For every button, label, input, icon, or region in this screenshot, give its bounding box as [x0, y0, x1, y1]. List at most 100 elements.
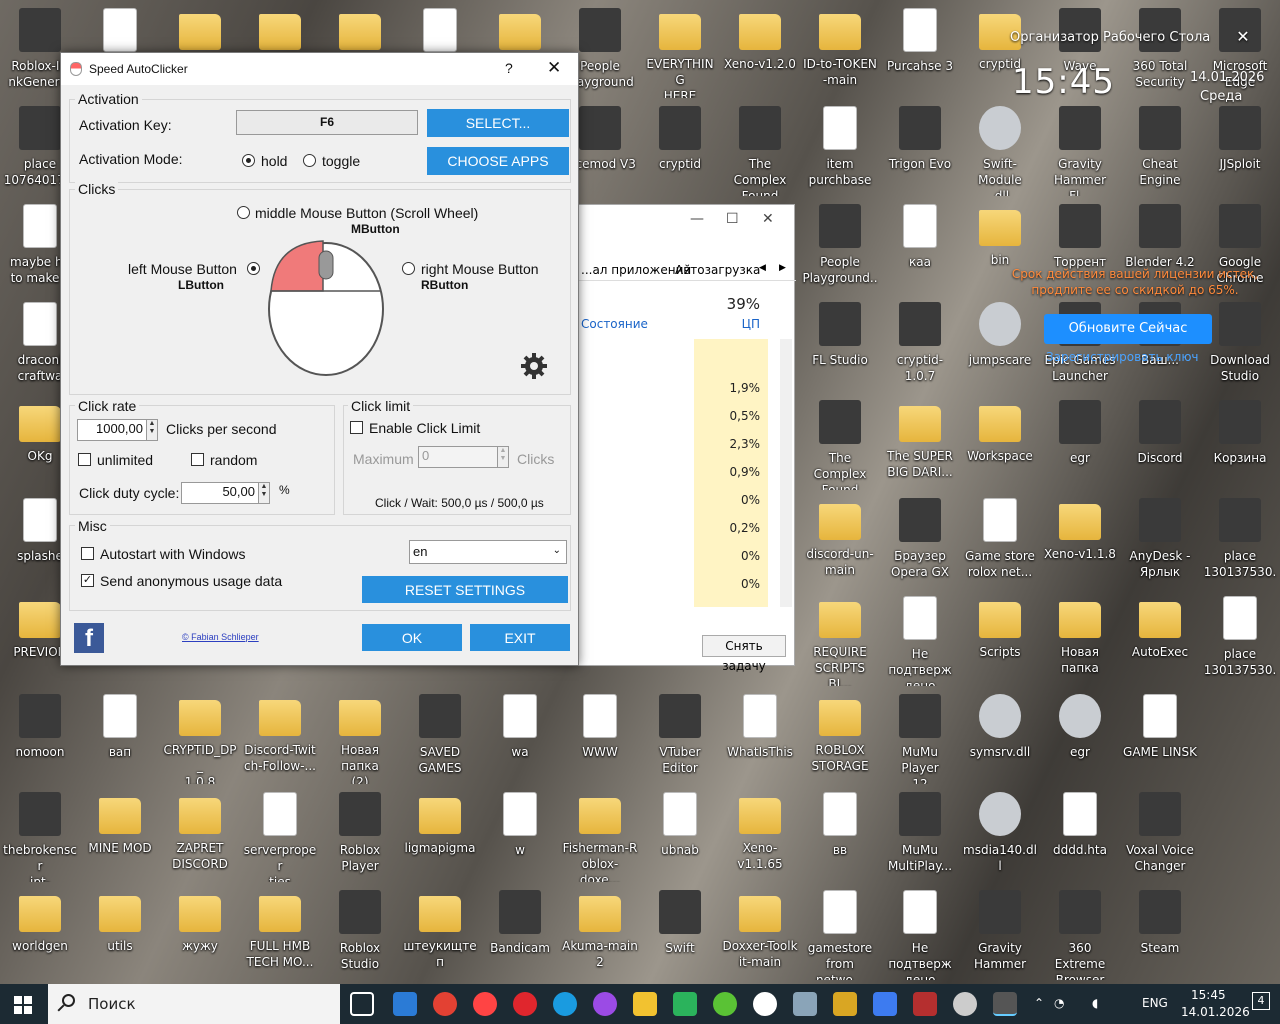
renew-button[interactable]: Обновите Сейчас [1044, 314, 1212, 344]
desktop-icon[interactable]: MuMu MultiPlay... [880, 784, 960, 882]
desktop-icon[interactable]: VTuber Editor [640, 686, 720, 784]
desktop-icon[interactable]: item purchbase [800, 98, 880, 196]
desktop-icon[interactable]: Game store rolox net... [960, 490, 1040, 588]
task-view-icon[interactable] [350, 992, 374, 1016]
taskbar-search[interactable]: Поиск [48, 984, 340, 1024]
random-checkbox[interactable] [191, 453, 204, 466]
calculator-icon[interactable] [673, 992, 697, 1016]
desktop-icon[interactable]: Не подтверждено 86615... [880, 588, 960, 686]
scrollbar[interactable] [780, 339, 792, 607]
tab-scroll-right-icon[interactable]: ▶ [779, 263, 786, 273]
desktop-icon[interactable]: MuMu Player 12 [880, 686, 960, 784]
register-key-link[interactable]: Зарегистрировать ключ [1046, 350, 1199, 364]
desktop-icon[interactable]: dddd.hta [1040, 784, 1120, 882]
desktop-icon[interactable]: Bandicam [480, 882, 560, 980]
file-explorer-icon[interactable] [633, 992, 657, 1016]
desktop-icon[interactable]: ID-to-TOKEN -main [800, 0, 880, 98]
desktop-icon[interactable]: wa [480, 686, 560, 784]
desktop-icon[interactable]: Новая папка (2) [320, 686, 400, 784]
unlimited-checkbox[interactable] [78, 453, 91, 466]
desktop-icon[interactable]: Swift [640, 882, 720, 980]
toggle-radio[interactable] [303, 154, 316, 167]
desktop-icon[interactable]: Akuma-main 2 [560, 882, 640, 980]
desktop-icon[interactable]: Doxxer-Toolk it-main [720, 882, 800, 980]
clock-date[interactable]: 14.01.2026 [1181, 1005, 1250, 1019]
desktop-icon[interactable]: Discord-Twit ch-Follow-... [240, 686, 320, 784]
autostart-checkbox[interactable] [81, 547, 94, 560]
right-button-radio[interactable] [402, 262, 415, 275]
gear-icon[interactable] [519, 351, 549, 381]
desktop-icon[interactable]: Steam [1120, 882, 1200, 980]
tab-startup[interactable]: Автозагрузка [675, 263, 760, 277]
facebook-icon[interactable]: f [74, 623, 104, 653]
desktop-icon[interactable]: gamestore from netwo... [800, 882, 880, 980]
desktop-icon[interactable]: ZAPRET DISCORD [160, 784, 240, 882]
desktop-icon[interactable]: каа [880, 196, 960, 294]
desktop-icon[interactable]: symsrv.dll [960, 686, 1040, 784]
desktop-icon[interactable]: Roblox Studio [320, 882, 400, 980]
hold-radio[interactable] [242, 154, 255, 167]
desktop-icon[interactable]: SAVED GAMES [400, 686, 480, 784]
choose-apps-button[interactable]: CHOOSE APPS [427, 147, 569, 175]
middle-button-radio[interactable] [237, 206, 250, 219]
desktop-icon[interactable]: discord-un-main [800, 490, 880, 588]
desktop-icon[interactable]: 360 Extreme Browser [1040, 882, 1120, 980]
desktop-icon[interactable]: AutoExec [1120, 588, 1200, 686]
widget-close-icon[interactable]: ✕ [1232, 26, 1254, 48]
desktop-icon[interactable]: жужу [160, 882, 240, 980]
desktop-icon[interactable]: Scripts [960, 588, 1040, 686]
desktop-icon[interactable]: Браузер Opera GX [880, 490, 960, 588]
desktop-icon[interactable]: nomoon [0, 686, 80, 784]
network-icon[interactable]: ◔ [1054, 996, 1064, 1010]
ok-button[interactable]: OK [362, 624, 462, 651]
autoclicker-taskbar-icon[interactable] [993, 992, 1017, 1016]
language-indicator[interactable]: ENG [1142, 996, 1168, 1010]
desktop-icon[interactable]: REQUIRE SCRIPTS BI... [800, 588, 880, 686]
end-task-button[interactable]: Снять задачу [702, 635, 786, 673]
desktop-icon[interactable]: ligmapigma [400, 784, 480, 882]
monitor-icon[interactable] [793, 992, 817, 1016]
winrar-icon[interactable] [913, 992, 937, 1016]
desktop-icon[interactable]: Новая папка [1040, 588, 1120, 686]
close-icon[interactable]: ✕ [762, 211, 774, 227]
windows-start-icon[interactable] [14, 996, 32, 1014]
desktop-icon[interactable]: Purcahse 3 [880, 0, 960, 98]
yandex-browser-icon[interactable] [753, 992, 777, 1016]
opera-icon[interactable] [513, 992, 537, 1016]
desktop-icon[interactable]: ubnab [640, 784, 720, 882]
desktop-icon[interactable]: Gravity Hammer [960, 882, 1040, 980]
select-key-button[interactable]: SELECT... [427, 109, 569, 137]
desktop-icon[interactable]: Fisherman-R oblox-doxe... [560, 784, 640, 882]
desktop-icon[interactable]: Не подтверждено 40723... [880, 882, 960, 980]
volume-icon[interactable]: ◖ [1092, 996, 1098, 1010]
360-security-icon[interactable] [713, 992, 737, 1016]
mail-icon[interactable] [393, 992, 417, 1016]
click-rate-input[interactable]: 1000,00 [77, 419, 147, 441]
desktop-icon[interactable]: ROBLOX STORAGE [800, 686, 880, 784]
desktop-icon[interactable]: GAME LINSK [1120, 686, 1200, 784]
desktop-icon[interactable]: msdia140.dll [960, 784, 1040, 882]
desktop-icon[interactable]: place 130137530... [1200, 490, 1280, 588]
desktop-icon[interactable]: cryptid-1.0.7 [880, 294, 960, 392]
tray-arrow-icon[interactable]: ⌃ [1034, 996, 1044, 1010]
click-rate-spinner[interactable]: ▲ ▼ [146, 419, 158, 441]
desktop-icon[interactable]: Roblox Player [320, 784, 400, 882]
desktop-icon[interactable]: WWW [560, 686, 640, 784]
language-select[interactable]: en ⌄ [409, 540, 567, 564]
activation-key-field[interactable]: F6 [236, 110, 418, 135]
roblox-icon[interactable] [873, 992, 897, 1016]
desktop-icon[interactable]: The SUPER BIG DARI... [880, 392, 960, 490]
desktop-icon[interactable]: CRYPTID_DP_ 1.0.8 [160, 686, 240, 784]
reset-settings-button[interactable]: RESET SETTINGS [362, 576, 568, 603]
desktop-icon[interactable]: Trigon Evo [880, 98, 960, 196]
desktop-icon[interactable]: serverproper ties [240, 784, 320, 882]
desktop-icon[interactable]: utils [80, 882, 160, 980]
left-button-radio[interactable] [247, 262, 260, 275]
send-data-checkbox[interactable]: ✓ [81, 574, 94, 587]
maximum-spinner[interactable]: ▲ ▼ [497, 446, 509, 468]
desktop-icon[interactable]: FL Studio [800, 294, 880, 392]
lock-icon[interactable] [833, 992, 857, 1016]
minimize-icon[interactable]: — [690, 211, 704, 227]
desktop-icon[interactable]: w [480, 784, 560, 882]
browser-icon[interactable] [593, 992, 617, 1016]
